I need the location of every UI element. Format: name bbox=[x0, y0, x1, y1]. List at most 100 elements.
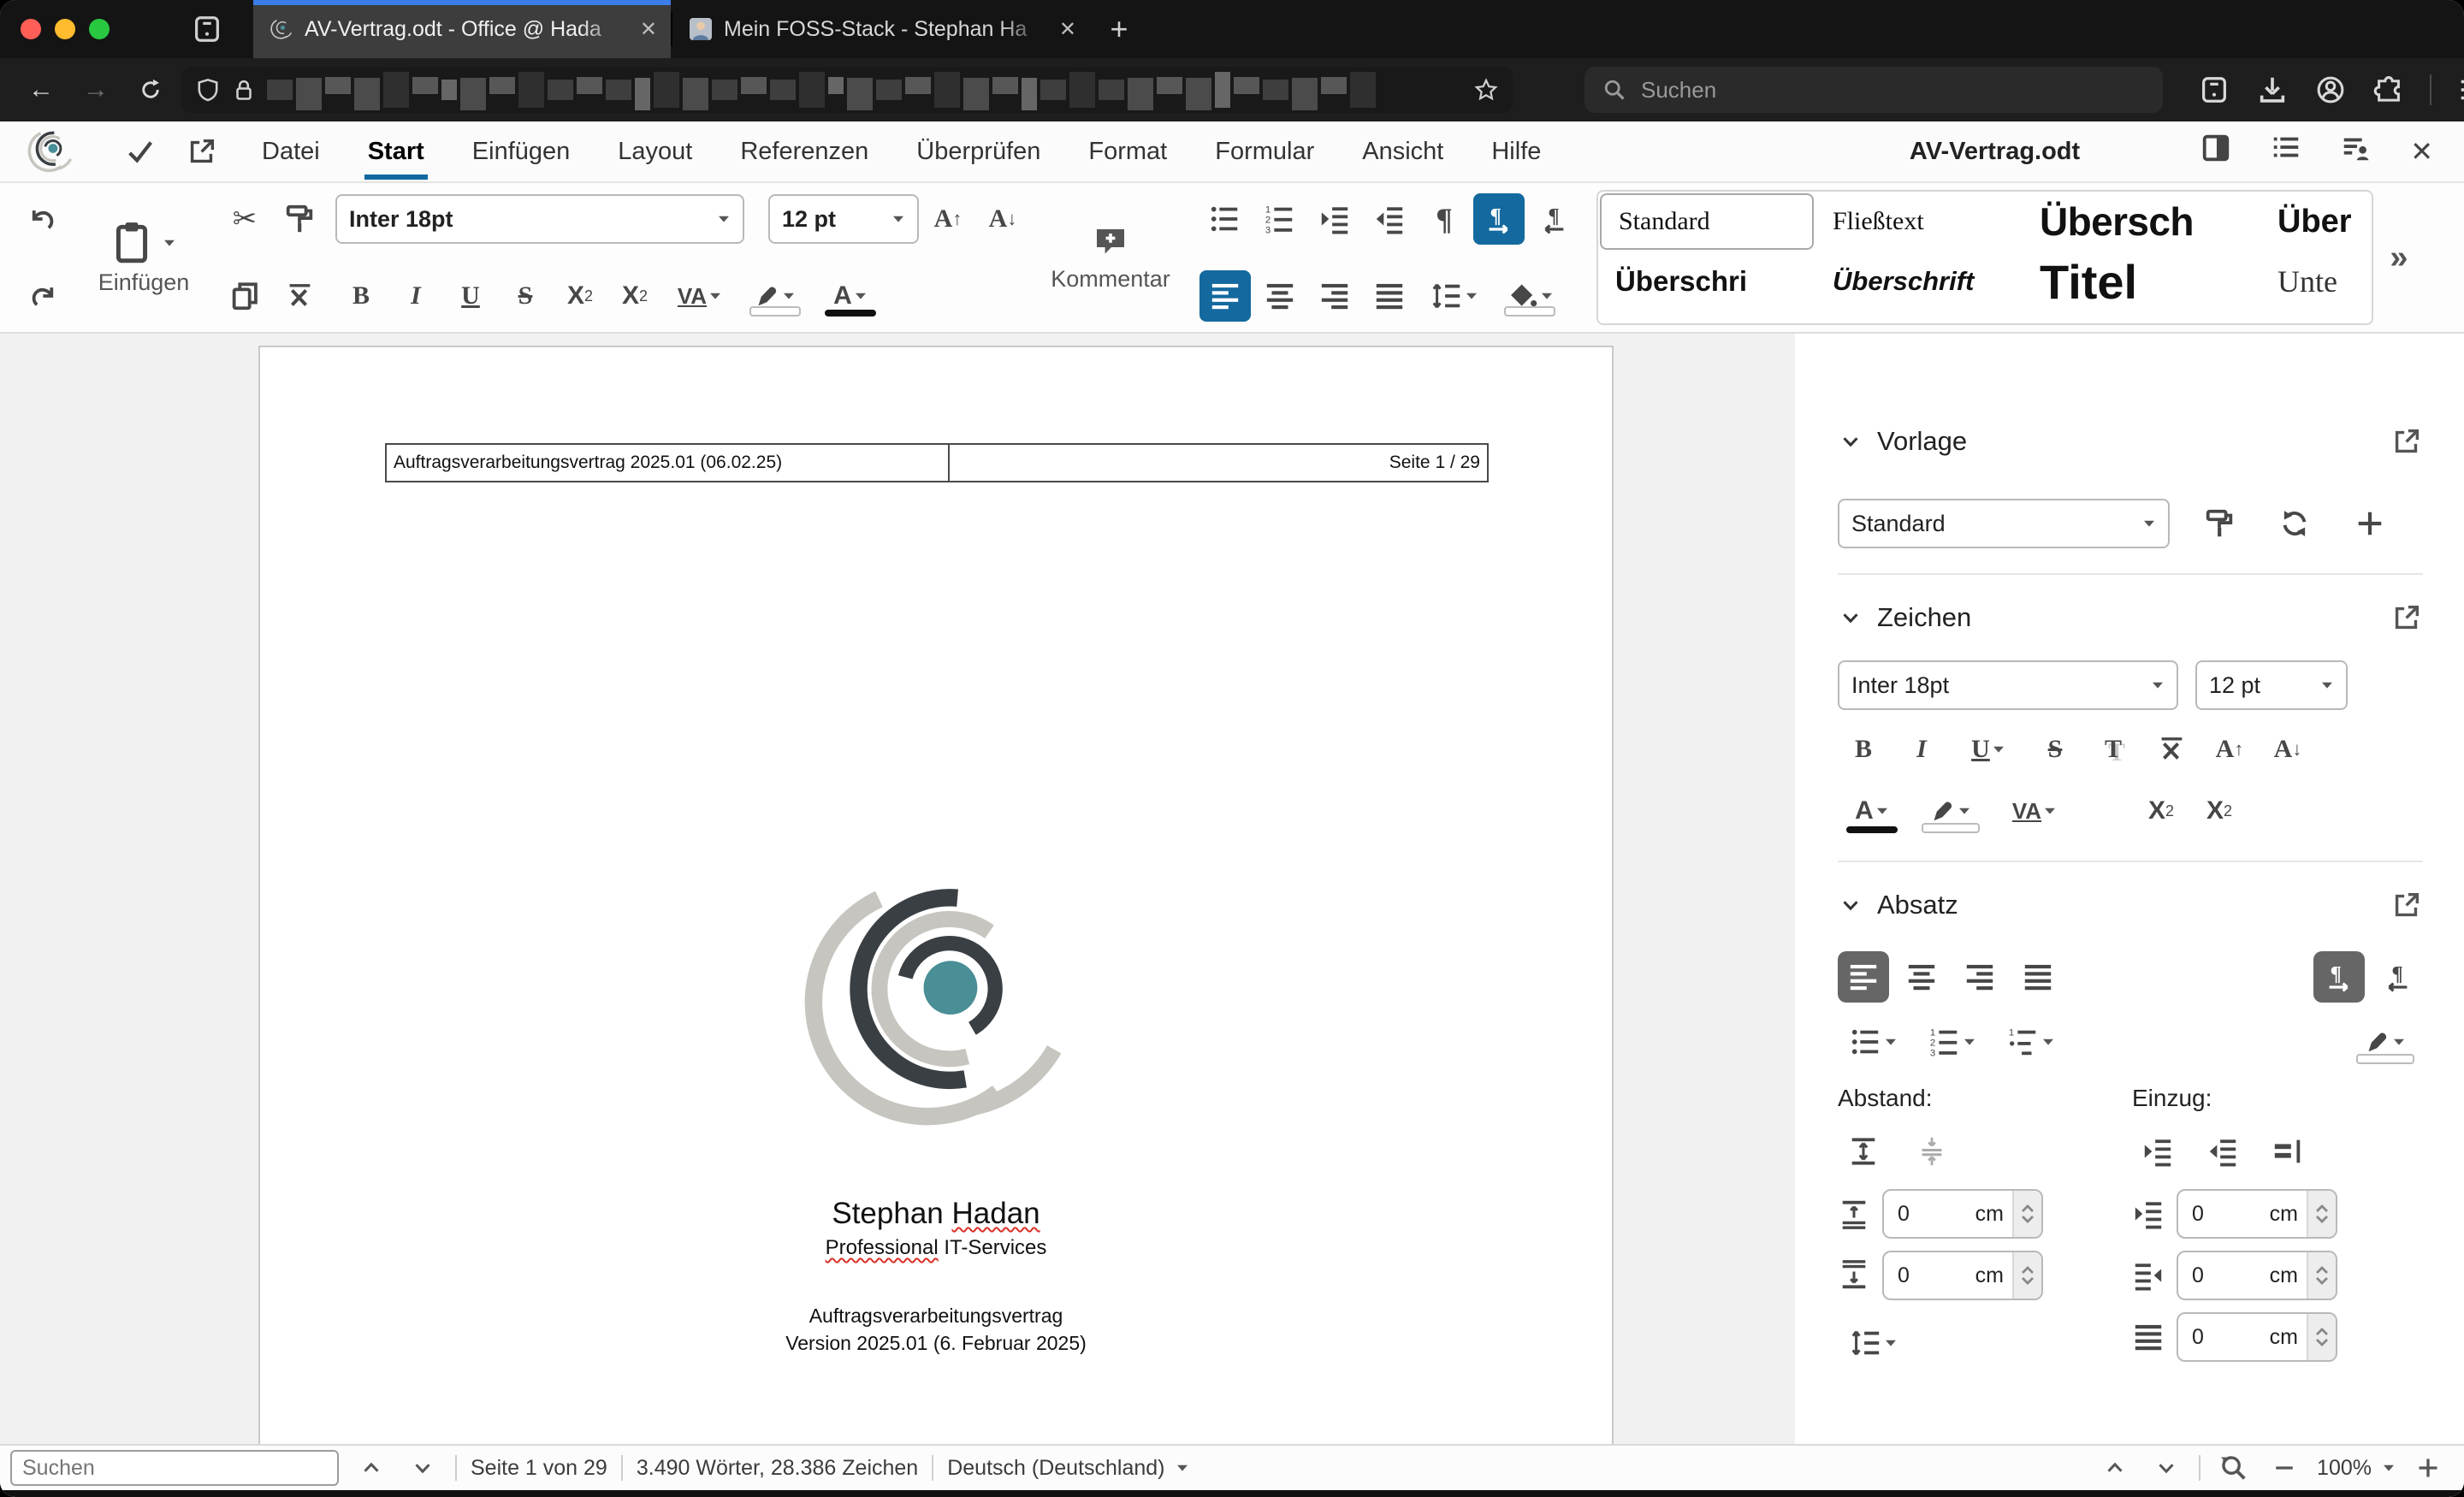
sb-font-name-select[interactable]: Inter 18pt bbox=[1838, 660, 2178, 710]
sb-highlight-color-button[interactable] bbox=[1913, 785, 1988, 837]
reset-zoom-button[interactable] bbox=[2214, 1449, 2252, 1487]
chevron-down-icon[interactable] bbox=[1838, 892, 1863, 918]
tab-foss-stack[interactable]: Mein FOSS-Stack - Stephan Ha ✕ bbox=[672, 0, 1090, 58]
grow-font-button[interactable]: A ↑ bbox=[922, 193, 974, 245]
page-count-status[interactable]: Seite 1 von 29 bbox=[471, 1456, 607, 1481]
title-text-block[interactable]: Stephan Hadan Professional IT-Services A… bbox=[260, 1194, 1612, 1357]
new-style-button[interactable] bbox=[2344, 498, 2396, 549]
external-link-icon[interactable] bbox=[2390, 601, 2423, 634]
tracking-shield-icon[interactable] bbox=[195, 77, 221, 103]
increase-spacing-button[interactable] bbox=[1838, 1126, 1889, 1177]
reload-button[interactable] bbox=[127, 68, 175, 112]
language-status[interactable]: Deutsch (Deutschland) bbox=[947, 1456, 1188, 1481]
align-center-button[interactable] bbox=[1254, 270, 1306, 322]
superscript-button[interactable]: X2 bbox=[609, 270, 660, 322]
align-left-button[interactable] bbox=[1199, 270, 1251, 322]
align-justify-button[interactable] bbox=[1364, 270, 1415, 322]
background-color-button[interactable] bbox=[1494, 270, 1566, 322]
external-link-icon[interactable] bbox=[2390, 889, 2423, 921]
page-header-table[interactable]: Auftragsverarbeitungsvertrag 2025.01 (06… bbox=[385, 443, 1489, 482]
style-fliesstext[interactable]: Fließtext bbox=[1815, 192, 2023, 251]
chevron-down-icon[interactable] bbox=[1838, 605, 1863, 630]
sidebar-toggle-icon[interactable] bbox=[2200, 132, 2232, 171]
stepper[interactable] bbox=[2012, 1252, 2041, 1299]
close-window-button[interactable] bbox=[21, 19, 41, 39]
sb-underline-button[interactable]: U bbox=[1954, 724, 2023, 775]
indent-after-field[interactable]: 0 cm bbox=[2177, 1251, 2337, 1300]
italic-button[interactable]: I bbox=[390, 270, 441, 322]
document-page[interactable]: Auftragsverarbeitungsvertrag 2025.01 (06… bbox=[258, 346, 1614, 1444]
clone-formatting-button[interactable] bbox=[274, 193, 325, 245]
new-tab-button[interactable]: + bbox=[1090, 0, 1148, 58]
word-count-status[interactable]: 3.490 Wörter, 28.386 Zeichen bbox=[637, 1456, 918, 1481]
decrease-indent-button[interactable] bbox=[1364, 193, 1415, 245]
address-bar[interactable] bbox=[181, 67, 1513, 113]
bold-button[interactable]: B bbox=[335, 270, 387, 322]
indent-before-field[interactable]: 0 cm bbox=[2177, 1189, 2337, 1239]
back-button[interactable]: ← bbox=[17, 68, 65, 112]
sb-increase-indent-button[interactable] bbox=[2132, 1126, 2183, 1177]
subscript-button[interactable]: X2 bbox=[554, 270, 606, 322]
sb-bullet-list-button[interactable] bbox=[1838, 1016, 1910, 1068]
formatting-marks-button[interactable]: ¶ bbox=[1419, 193, 1470, 245]
zoom-out-button[interactable] bbox=[2266, 1449, 2303, 1487]
find-previous-button[interactable] bbox=[352, 1449, 390, 1487]
chevron-down-icon[interactable] bbox=[163, 236, 176, 250]
strikethrough-button[interactable]: S bbox=[500, 270, 551, 322]
outline-list-icon[interactable] bbox=[2270, 132, 2302, 171]
sb-char-spacing-button[interactable]: VA bbox=[1995, 785, 2074, 837]
style-ueberschrift-3[interactable]: Überschri bbox=[1598, 251, 1815, 311]
align-right-button[interactable] bbox=[1309, 270, 1360, 322]
sb-superscript-button[interactable]: X2 bbox=[2135, 785, 2187, 837]
sb-font-size-select[interactable]: 12 pt bbox=[2195, 660, 2348, 710]
paragraph-style-select[interactable]: Standard bbox=[1838, 499, 2170, 548]
style-titel[interactable]: Titel bbox=[2023, 251, 2260, 311]
zoom-level[interactable]: 100% bbox=[2317, 1456, 2396, 1481]
sb-bold-button[interactable]: B bbox=[1838, 724, 1889, 775]
sb-align-right-button[interactable] bbox=[1954, 951, 2005, 1003]
chevron-down-icon[interactable] bbox=[1838, 429, 1863, 454]
sb-ltr-button[interactable] bbox=[2313, 951, 2365, 1003]
menu-hamburger-icon[interactable] bbox=[2449, 68, 2464, 112]
previous-page-button[interactable] bbox=[2096, 1449, 2134, 1487]
sb-align-left-button[interactable] bbox=[1838, 951, 1889, 1003]
containers-icon[interactable] bbox=[2190, 68, 2238, 112]
hadan-logo-image[interactable] bbox=[802, 871, 1070, 1139]
copy-button[interactable] bbox=[219, 270, 270, 322]
document-canvas[interactable]: Auftragsverarbeitungsvertrag 2025.01 (06… bbox=[0, 334, 1795, 1444]
style-standard[interactable]: Standard bbox=[1600, 193, 1814, 250]
save-status-check-icon[interactable] bbox=[115, 129, 166, 174]
bullet-list-button[interactable] bbox=[1199, 193, 1251, 245]
spacing-below-field[interactable]: 0 cm bbox=[1882, 1251, 2043, 1300]
rtl-paragraph-button[interactable] bbox=[1528, 193, 1579, 245]
downloads-icon[interactable] bbox=[2248, 68, 2296, 112]
next-page-button[interactable] bbox=[2147, 1449, 2185, 1487]
find-input[interactable] bbox=[10, 1450, 339, 1486]
sb-clear-formatting-button[interactable] bbox=[2146, 724, 2197, 775]
sb-grow-font-button[interactable]: A ↑ bbox=[2204, 724, 2255, 775]
sb-paragraph-bg-button[interactable] bbox=[2348, 1016, 2423, 1068]
char-spacing-button[interactable]: VA bbox=[664, 270, 736, 322]
increase-indent-button[interactable] bbox=[1309, 193, 1360, 245]
absatz-section-header[interactable]: Absatz bbox=[1838, 886, 2423, 924]
tab-close-icon[interactable]: ✕ bbox=[640, 17, 657, 42]
stepper[interactable] bbox=[2012, 1191, 2041, 1237]
find-input-field[interactable] bbox=[22, 1455, 327, 1481]
style-ueberschrift-2[interactable]: Über bbox=[2260, 192, 2372, 251]
minimize-window-button[interactable] bbox=[55, 19, 75, 39]
account-icon[interactable] bbox=[2307, 68, 2354, 112]
sb-decrease-indent-button[interactable] bbox=[2197, 1126, 2248, 1177]
sb-outline-list-button[interactable] bbox=[1995, 1016, 2067, 1068]
vorlage-section-header[interactable]: Vorlage bbox=[1838, 423, 2423, 460]
update-style-button[interactable] bbox=[2194, 498, 2245, 549]
font-name-select[interactable]: Inter 18pt bbox=[335, 194, 744, 244]
first-line-indent-field[interactable]: 0 cm bbox=[2177, 1312, 2337, 1362]
external-link-icon[interactable] bbox=[2390, 425, 2423, 458]
stepper[interactable] bbox=[2307, 1191, 2336, 1237]
menu-einfuegen[interactable]: Einfügen bbox=[448, 126, 595, 178]
header-left-cell[interactable]: Auftragsverarbeitungsvertrag 2025.01 (06… bbox=[387, 445, 950, 481]
close-document-icon[interactable]: ✕ bbox=[2410, 135, 2433, 168]
bookmark-star-icon[interactable] bbox=[1473, 77, 1499, 103]
find-next-button[interactable] bbox=[404, 1449, 441, 1487]
sb-shadow-button[interactable]: T bbox=[2088, 724, 2139, 775]
